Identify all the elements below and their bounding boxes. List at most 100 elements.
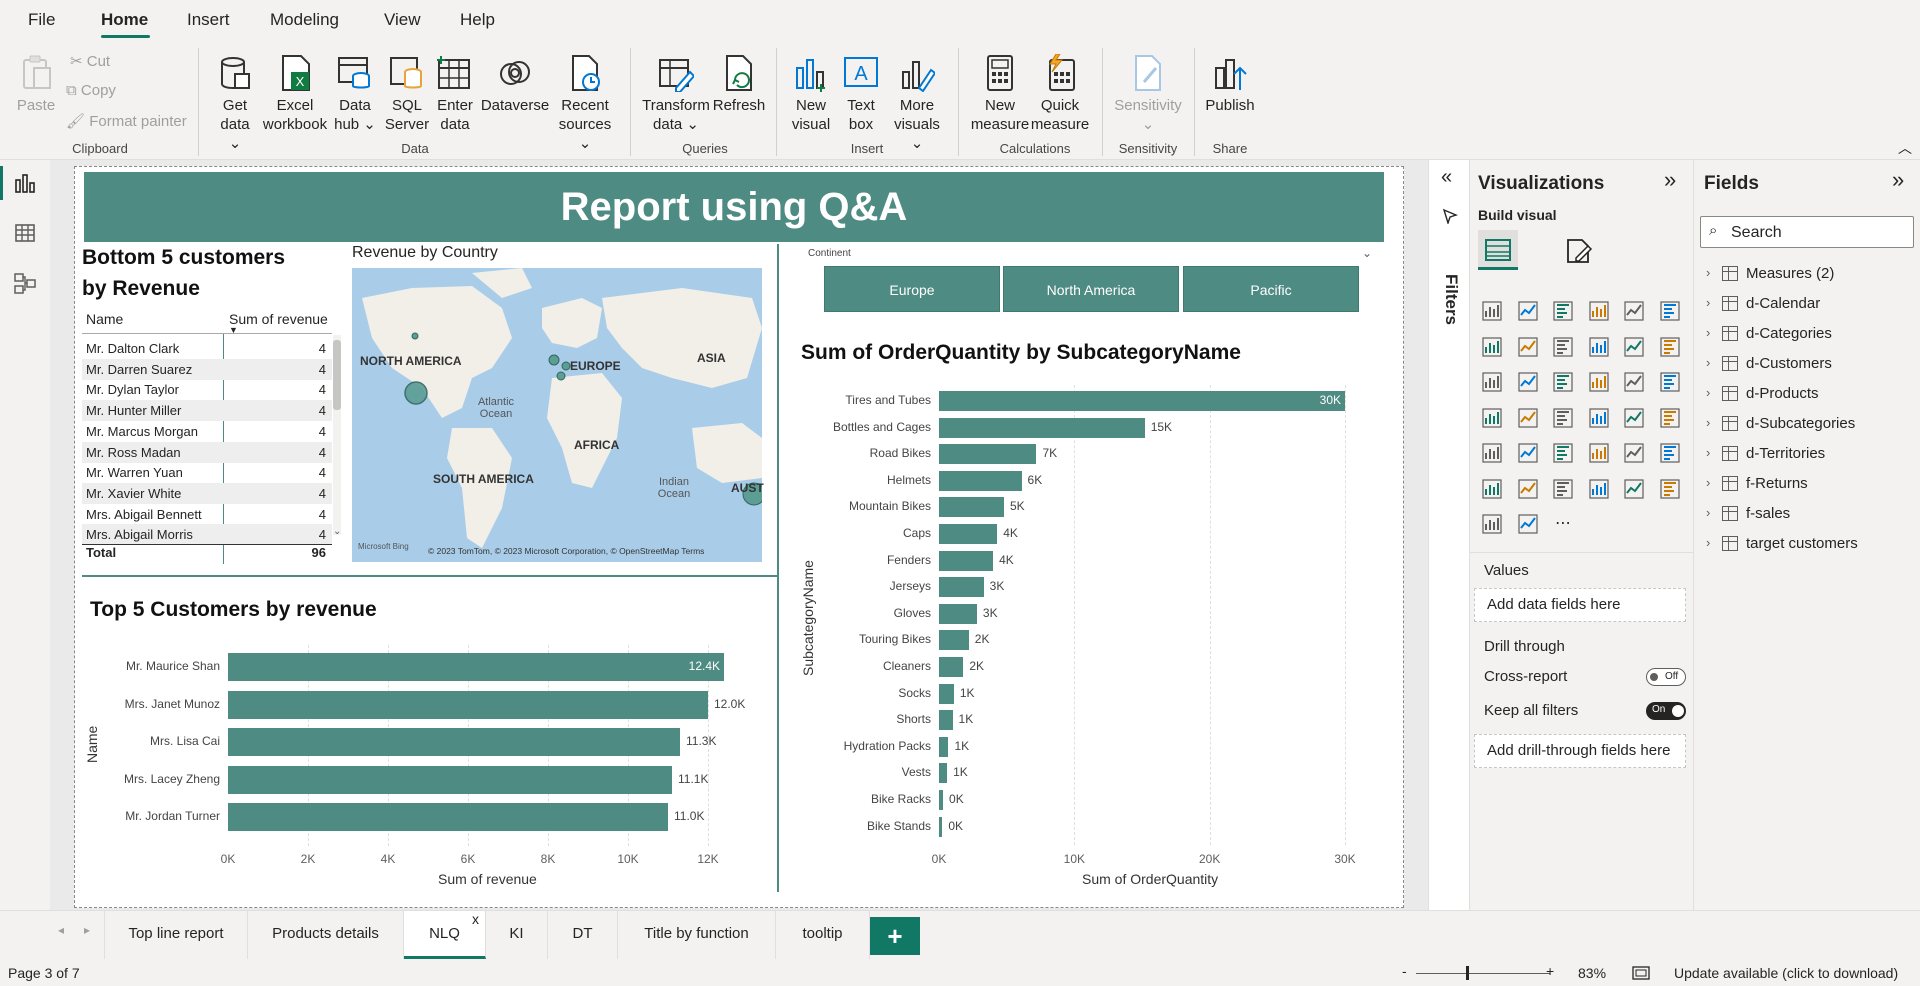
tab-tooltip[interactable]: tooltip: [776, 911, 870, 959]
bar[interactable]: [939, 524, 998, 544]
bar[interactable]: [939, 630, 969, 651]
text-box-button[interactable]: A Text box: [838, 54, 884, 134]
pie-chart-icon[interactable]: [1587, 370, 1611, 394]
key-influencers-icon[interactable]: [1658, 441, 1682, 465]
multi-row-card-icon[interactable]: [1622, 406, 1646, 430]
more-visuals-button[interactable]: More visuals ⌄: [888, 54, 946, 153]
chevron-right-icon[interactable]: ›: [1706, 415, 1710, 430]
chevron-right-icon[interactable]: ›: [1706, 265, 1710, 280]
map-visual-icon[interactable]: [1480, 406, 1504, 430]
python-visual-icon[interactable]: [1622, 441, 1646, 465]
slicer-chevron-icon[interactable]: ⌄: [1362, 246, 1372, 260]
tab-dt[interactable]: DT: [548, 911, 618, 959]
enter-data-button[interactable]: Enter data: [434, 54, 476, 134]
bar[interactable]: [228, 803, 668, 831]
chevron-right-icon[interactable]: ›: [1706, 505, 1710, 520]
publish-button[interactable]: Publish: [1202, 54, 1258, 115]
kpi-icon[interactable]: [1658, 406, 1682, 430]
waterfall-chart-icon[interactable]: [1480, 370, 1504, 394]
revenue-map[interactable]: [352, 268, 762, 562]
paginated-report-icon[interactable]: [1622, 477, 1646, 501]
funnel-chart-icon[interactable]: [1516, 370, 1540, 394]
bar[interactable]: [228, 653, 724, 681]
table-row[interactable]: Mrs. Abigail Morris 4: [82, 524, 332, 546]
decomposition-tree-icon[interactable]: [1480, 477, 1504, 501]
refresh-button[interactable]: Refresh: [712, 54, 766, 115]
bar[interactable]: [939, 391, 1345, 411]
report-view-icon[interactable]: [14, 172, 36, 194]
table-row[interactable]: Mr. Hunter Miller 4: [82, 400, 332, 422]
tab-top-line-report[interactable]: Top line report: [104, 911, 248, 959]
update-available-link[interactable]: Update available (click to download): [1674, 965, 1898, 981]
col-header-sum-revenue[interactable]: Sum of revenue: [229, 311, 328, 327]
clustered-bar-chart-icon[interactable]: [1551, 299, 1575, 323]
table-row[interactable]: Mr. Marcus Morgan 4: [82, 421, 332, 442]
metrics-icon[interactable]: [1587, 477, 1611, 501]
zoom-in-button[interactable]: +: [1546, 963, 1554, 979]
line-stacked-column-chart-icon[interactable]: [1622, 335, 1646, 359]
filled-map-icon[interactable]: [1516, 406, 1540, 430]
new-measure-button[interactable]: New measure: [968, 54, 1032, 134]
format-painter-button[interactable]: 🖌 Format painter: [66, 112, 187, 130]
collapse-viz-icon[interactable]: »: [1664, 167, 1676, 193]
table-row[interactable]: Mr. Darren Suarez 4: [82, 358, 332, 380]
table-scrollbar-thumb[interactable]: [333, 340, 341, 410]
data-view-icon[interactable]: [14, 222, 36, 244]
more-visuals-icon[interactable]: ⋯: [1551, 512, 1575, 536]
line-clustered-column-chart-icon[interactable]: [1587, 335, 1611, 359]
close-tab-icon[interactable]: x: [472, 911, 479, 927]
slicer-icon[interactable]: [1480, 441, 1504, 465]
ribbon-chart-icon[interactable]: [1658, 335, 1682, 359]
add-page-button[interactable]: +: [870, 917, 920, 955]
chevron-right-icon[interactable]: ›: [1706, 355, 1710, 370]
slicer-option-europe[interactable]: Europe: [824, 266, 1000, 312]
chevron-right-icon[interactable]: ›: [1706, 295, 1710, 310]
bar[interactable]: [939, 444, 1037, 465]
copy-button[interactable]: ⧉ Copy: [66, 82, 116, 99]
table-row[interactable]: Mr. Ross Madan 4: [82, 441, 332, 463]
line-chart-icon[interactable]: [1480, 335, 1504, 359]
transform-data-button[interactable]: Transform data ⌄: [642, 54, 710, 134]
menu-home[interactable]: Home: [101, 10, 148, 30]
build-visual-tab[interactable]: [1478, 230, 1518, 270]
filters-pane-collapsed[interactable]: « Filters: [1428, 160, 1470, 910]
table-row[interactable]: Mr. Dalton Clark 4: [82, 338, 332, 359]
scatter-chart-icon[interactable]: [1551, 370, 1575, 394]
bar[interactable]: [939, 603, 977, 624]
bar[interactable]: [939, 683, 954, 704]
treemap-icon[interactable]: [1658, 370, 1682, 394]
power-automate-icon[interactable]: [1480, 512, 1504, 536]
slicer-option-pacific[interactable]: Pacific: [1183, 266, 1359, 312]
chevron-right-icon[interactable]: ›: [1706, 445, 1710, 460]
clustered-column-chart-icon[interactable]: [1587, 299, 1611, 323]
bar[interactable]: [939, 763, 948, 784]
tab-scroll-right-icon[interactable]: ▸: [84, 923, 90, 937]
collapse-ribbon-icon[interactable]: ︿: [1898, 138, 1912, 158]
menu-help[interactable]: Help: [460, 10, 495, 30]
table-row[interactable]: Mr. Dylan Taylor 4: [82, 379, 332, 400]
bar[interactable]: [939, 417, 1145, 438]
data-hub-button[interactable]: Data hub ⌄: [334, 54, 376, 134]
slicer-option-north-america[interactable]: North America: [1003, 266, 1179, 312]
chevron-right-icon[interactable]: ›: [1706, 535, 1710, 550]
tab-scroll-left-icon[interactable]: ◂: [58, 923, 64, 937]
menu-file[interactable]: File: [28, 10, 55, 30]
sql-server-button[interactable]: SQL Server: [384, 54, 430, 134]
fit-to-page-icon[interactable]: [1632, 966, 1650, 980]
menu-modeling[interactable]: Modeling: [270, 10, 339, 30]
filters-label[interactable]: Filters: [1441, 274, 1461, 325]
excel-workbook-button[interactable]: X Excel workbook: [262, 54, 328, 134]
donut-chart-icon[interactable]: [1622, 370, 1646, 394]
bar[interactable]: [228, 728, 680, 756]
bar[interactable]: [939, 790, 944, 810]
quick-measure-button[interactable]: Quick measure: [1028, 54, 1092, 134]
chevron-right-icon[interactable]: ›: [1706, 385, 1710, 400]
area-chart-icon[interactable]: [1516, 335, 1540, 359]
scroll-down-icon[interactable]: ⌄: [333, 526, 341, 537]
zoom-slider-thumb[interactable]: [1466, 966, 1469, 980]
r-visual-icon[interactable]: [1587, 441, 1611, 465]
model-view-icon[interactable]: [14, 272, 36, 294]
zoom-out-button[interactable]: -: [1402, 963, 1407, 979]
expand-filters-icon[interactable]: «: [1441, 166, 1452, 189]
table-visual-icon[interactable]: [1516, 441, 1540, 465]
